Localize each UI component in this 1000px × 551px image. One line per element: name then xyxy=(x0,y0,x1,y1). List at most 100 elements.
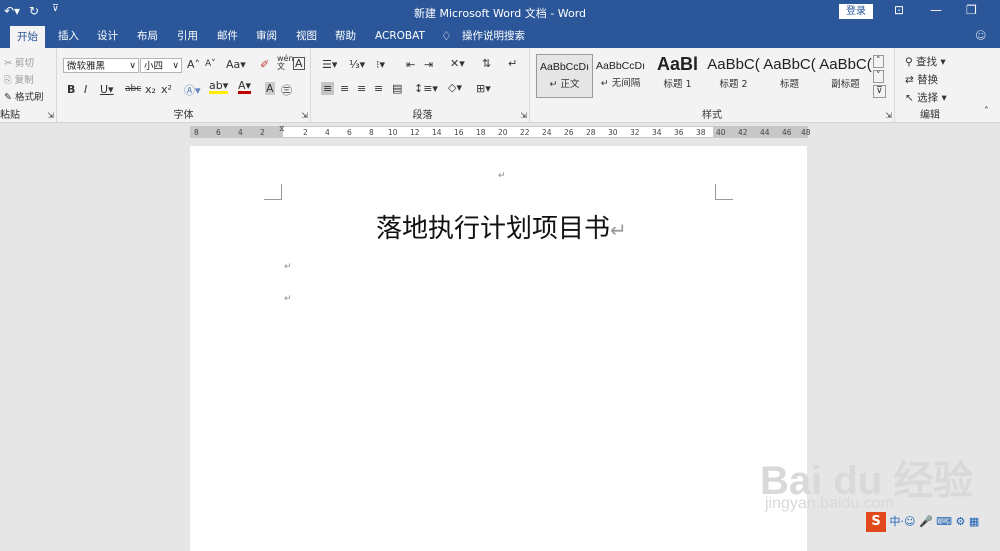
paragraph-group: ☰▾ ⅓▾ ⁝▾ ⇤ ⇥ ✕▾ ⇅ ↵ ≡ ≡ ≡ ≡ ▤ ↕≡▾ ◇▾ ⊞▾ … xyxy=(316,48,530,122)
replace-button[interactable]: ⇄ 替换 xyxy=(905,72,938,87)
character-border-icon[interactable]: A xyxy=(293,57,305,70)
clear-formatting-icon[interactable]: ✐ xyxy=(260,58,269,71)
phonetic-guide-icon[interactable]: wén 文 xyxy=(277,55,294,71)
share-user-icon[interactable]: ☺ xyxy=(975,24,986,48)
font-name-combo[interactable]: 微软雅黑 ∨ xyxy=(63,58,139,73)
enclose-characters-icon[interactable]: ㊂ xyxy=(281,82,292,98)
ribbon-display-options-icon[interactable]: ⊡ xyxy=(894,3,904,17)
ruler-tick: 20 xyxy=(498,128,508,137)
font-size-combo[interactable]: 小四 ∨ xyxy=(140,58,182,73)
document-title[interactable]: 落地执行计划项目书↵ xyxy=(376,208,627,245)
distributed-icon[interactable]: ▤ xyxy=(392,82,402,95)
collapse-ribbon-icon[interactable]: ˄ xyxy=(984,106,989,117)
tab-layout[interactable]: 布局 xyxy=(137,24,158,48)
grow-font-icon[interactable]: A˄ xyxy=(187,58,200,71)
chinese-layout-icon[interactable]: ✕▾ xyxy=(450,57,465,70)
font-launcher-icon[interactable]: ⇲ xyxy=(301,111,308,120)
subscript-icon[interactable]: x₂ xyxy=(145,83,156,96)
style-sample: AaBbC( xyxy=(819,56,872,73)
shrink-font-icon[interactable]: A˅ xyxy=(205,59,216,69)
italic-icon[interactable]: I xyxy=(84,83,87,96)
horizontal-ruler[interactable]: 8 6 4 2 ⧖ 2 4 6 8 10 12 14 16 18 20 22 2… xyxy=(190,124,811,138)
ruler-tick: 16 xyxy=(454,128,464,137)
ruler-tick: 26 xyxy=(564,128,574,137)
font-name-value: 微软雅黑 xyxy=(67,61,106,72)
bold-icon[interactable]: B xyxy=(67,83,75,96)
show-marks-icon[interactable]: ↵ xyxy=(508,57,517,70)
tab-view[interactable]: 视图 xyxy=(296,24,317,48)
style-heading-1[interactable]: AaBl 标题 1 xyxy=(650,54,705,96)
tab-insert[interactable]: 插入 xyxy=(58,24,79,48)
ime-toolbar-icons[interactable]: 中·☺ 🎤 ⌨ ⚙ ▦ xyxy=(890,515,980,528)
chevron-down-icon: ∨ xyxy=(129,61,136,71)
login-button[interactable]: 登录 xyxy=(839,4,873,19)
sort-icon[interactable]: ⇅ xyxy=(482,57,491,70)
borders-icon[interactable]: ⊞▾ xyxy=(476,82,491,95)
chevron-down-icon: ∨ xyxy=(172,61,179,71)
align-right-icon[interactable]: ≡ xyxy=(357,82,366,95)
tab-home[interactable]: 开始 xyxy=(10,26,45,48)
styles-launcher-icon[interactable]: ⇲ xyxy=(885,111,892,120)
character-shading-icon[interactable]: A xyxy=(265,82,275,95)
highlight-icon[interactable]: ab▾ xyxy=(209,80,229,94)
align-left-icon[interactable]: ≡ xyxy=(321,82,335,95)
ime-toolbar[interactable]: S 中·☺ 🎤 ⌨ ⚙ ▦ xyxy=(866,512,979,534)
multilevel-list-icon[interactable]: ⁝▾ xyxy=(376,58,385,71)
style-subtitle[interactable]: AaBbC( 副标题 xyxy=(818,54,873,96)
clipboard-launcher-icon[interactable]: ⇲ xyxy=(47,111,54,120)
style-name: ↵ 无间隔 xyxy=(600,78,641,89)
document-page[interactable]: ↵ ↵ ↵ xyxy=(190,146,807,551)
change-case-icon[interactable]: Aa▾ xyxy=(226,58,246,71)
justify-icon[interactable]: ≡ xyxy=(374,82,383,95)
font-color-icon[interactable]: A▾ xyxy=(238,80,252,94)
indent-marker-icon[interactable]: ⧖ xyxy=(279,124,285,134)
styles-scroll-down-icon[interactable]: ˅ xyxy=(873,70,884,83)
replace-icon: ⇄ xyxy=(905,74,914,86)
title-bar: ↶▾ ↻ ⊽ 新建 Microsoft Word 文档 - Word 登录 ⊡ … xyxy=(0,0,1000,24)
tab-mailings[interactable]: 邮件 xyxy=(217,24,238,48)
style-heading-2[interactable]: AaBbC( 标题 2 xyxy=(706,54,761,96)
styles-group-label: 样式 xyxy=(702,110,722,121)
numbering-icon[interactable]: ⅓▾ xyxy=(349,58,365,71)
tell-me-search[interactable]: 操作说明搜索 xyxy=(462,24,525,48)
restore-icon[interactable]: ❐ xyxy=(966,3,977,17)
underline-icon[interactable]: U▾ xyxy=(100,83,114,96)
ruler-tick: 6 xyxy=(347,128,352,137)
tab-help[interactable]: 帮助 xyxy=(335,24,356,48)
shading-icon[interactable]: ◇▾ xyxy=(448,81,462,94)
tab-review[interactable]: 审阅 xyxy=(256,24,277,48)
decrease-indent-icon[interactable]: ⇤ xyxy=(406,58,415,71)
ruler-tick: 28 xyxy=(586,128,596,137)
ruler-tick: 30 xyxy=(608,128,618,137)
styles-more-icon[interactable]: ⊽ xyxy=(873,85,886,98)
font-size-value: 小四 xyxy=(144,61,164,72)
font-group-label: 字体 xyxy=(173,110,194,121)
styles-scroll-up-icon[interactable]: ˄ xyxy=(873,55,884,68)
ruler-tick: 10 xyxy=(388,128,398,137)
ruler-tick: 44 xyxy=(760,128,770,137)
style-no-spacing[interactable]: AaBbCcDı ↵ 无间隔 xyxy=(593,54,648,96)
bullets-icon[interactable]: ☰▾ xyxy=(322,58,337,71)
align-center-icon[interactable]: ≡ xyxy=(340,82,349,95)
strikethrough-icon[interactable]: abc xyxy=(125,84,141,94)
format-painter-button[interactable]: ✎ 格式刷 xyxy=(4,89,44,103)
minimize-icon[interactable]: — xyxy=(930,3,942,17)
find-button[interactable]: ⚲ 查找 ▾ xyxy=(905,54,946,69)
ruler-tick: 38 xyxy=(696,128,706,137)
style-normal[interactable]: AaBbCcDı ↵ 正文 xyxy=(536,54,593,98)
superscript-icon[interactable]: x² xyxy=(161,83,172,96)
line-spacing-icon[interactable]: ↕≡▾ xyxy=(414,82,438,95)
style-title[interactable]: AaBbC( 标题 xyxy=(762,54,817,96)
text-effects-icon[interactable]: Ⓐ▾ xyxy=(184,82,201,98)
tab-acrobat[interactable]: ACROBAT xyxy=(375,24,425,48)
copy-button[interactable]: ⎘ 复制 xyxy=(4,72,34,86)
copy-label: 复制 xyxy=(14,75,34,86)
sogou-ime-icon[interactable]: S xyxy=(866,512,886,532)
tab-references[interactable]: 引用 xyxy=(177,24,198,48)
select-button[interactable]: ↖ 选择 ▾ xyxy=(905,90,947,105)
increase-indent-icon[interactable]: ⇥ xyxy=(424,58,433,71)
tab-design[interactable]: 设计 xyxy=(97,24,118,48)
paragraph-launcher-icon[interactable]: ⇲ xyxy=(520,111,527,120)
editing-group: ⚲ 查找 ▾ ⇄ 替换 ↖ 选择 ▾ 编辑 xyxy=(895,48,965,122)
cut-button[interactable]: ✂ 剪切 xyxy=(4,55,34,69)
